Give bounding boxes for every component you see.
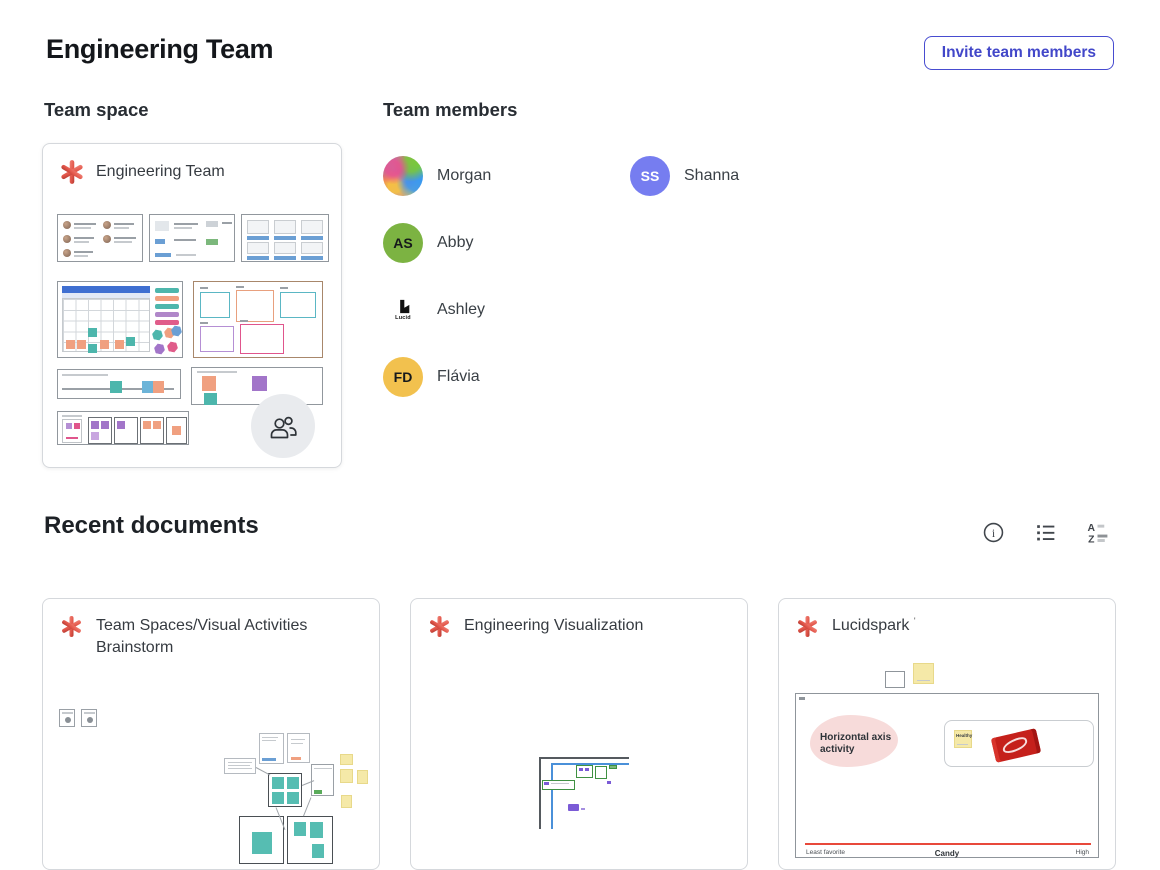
document-title: Lucidspark ' — [832, 615, 916, 637]
document-card-lucidspark[interactable]: Lucidspark ' Horizontal axis activity He… — [778, 598, 1116, 870]
document-card-engineering-visualization[interactable]: Engineering Visualization — [410, 598, 748, 870]
avatar-ashley-lucid-logo: Lucid — [383, 290, 423, 330]
document-card-team-spaces-brainstorm[interactable]: Team Spaces/Visual Activities Brainstorm — [42, 598, 380, 870]
member-name: Morgan — [437, 167, 491, 185]
member-name: Shanna — [684, 167, 739, 185]
thumb-timeline-panel — [57, 369, 181, 399]
candy-image — [991, 728, 1041, 763]
member-ashley[interactable]: Lucid Ashley — [383, 290, 630, 330]
member-name: Abby — [437, 234, 473, 252]
member-flavia[interactable]: FD Flávia — [383, 357, 630, 397]
document-title: Engineering Visualization — [464, 615, 643, 637]
team-page: Engineering Team Invite team members Tea… — [0, 0, 1160, 870]
document-title: Team Spaces/Visual Activities Brainstorm — [96, 615, 351, 660]
member-shanna[interactable]: SS Shanna — [630, 156, 877, 196]
lucidspark-logo-icon — [796, 615, 819, 638]
lucidspark-logo-icon — [428, 615, 451, 638]
collaborators-badge — [251, 394, 315, 458]
document-title-mark: ' — [914, 616, 916, 626]
team-space-card-title: Engineering Team — [96, 163, 225, 181]
lucidspark-board: Horizontal axis activity Healthy Least f… — [795, 693, 1099, 858]
document-card-header: Engineering Visualization — [428, 615, 643, 638]
recent-documents-toolbar: i A Z — [981, 520, 1110, 545]
board-axis-line — [805, 843, 1091, 845]
lucidspark-logo-icon — [60, 615, 83, 638]
invite-team-members-button[interactable]: Invite team members — [924, 36, 1114, 70]
thumb-frames-panel — [193, 281, 323, 358]
team-members-list: Morgan SS Shanna AS Abby Lucid Ashley FD… — [383, 156, 877, 397]
sort-az-icon[interactable]: A Z — [1085, 520, 1110, 545]
document-card-header: Team Spaces/Visual Activities Brainstorm — [60, 615, 351, 660]
list-view-icon[interactable] — [1033, 520, 1058, 545]
info-icon[interactable]: i — [981, 520, 1006, 545]
team-members-heading: Team members — [383, 99, 517, 121]
svg-text:A: A — [1087, 523, 1095, 534]
thumb-people-panel — [57, 214, 143, 262]
thumb-stickies-panel — [191, 367, 323, 405]
thumb-calendar-panel — [57, 281, 183, 358]
thumb-cards-panel — [241, 214, 329, 262]
page-title: Engineering Team — [46, 34, 273, 65]
member-morgan[interactable]: Morgan — [383, 156, 630, 196]
member-name: Flávia — [437, 368, 480, 386]
team-space-heading: Team space — [44, 99, 149, 121]
member-name: Ashley — [437, 301, 485, 319]
svg-text:Z: Z — [1088, 534, 1095, 545]
avatar-morgan — [383, 156, 423, 196]
board-container: Healthy — [944, 720, 1094, 767]
board-activity-label: Horizontal axis activity — [820, 732, 920, 755]
recent-documents-row: Team Spaces/Visual Activities Brainstorm — [42, 598, 1116, 870]
member-abby[interactable]: AS Abby — [383, 223, 630, 263]
axis-center-label: Candy — [796, 849, 1098, 858]
thumb-notes-panel — [149, 214, 235, 262]
avatar-flavia: FD — [383, 357, 423, 397]
people-icon — [267, 412, 299, 441]
lucid-logo-icon — [396, 299, 411, 314]
recent-documents-heading: Recent documents — [44, 512, 259, 540]
team-space-thumbnail — [55, 206, 331, 458]
axis-right-label: High — [1076, 849, 1089, 856]
svg-text:i: i — [992, 526, 996, 540]
document-card-header: Lucidspark ' — [796, 615, 916, 638]
team-space-card-header: Engineering Team — [59, 159, 225, 185]
lucidspark-logo-icon — [59, 159, 85, 185]
team-space-card[interactable]: Engineering Team — [42, 143, 342, 468]
avatar-shanna: SS — [630, 156, 670, 196]
avatar-abby: AS — [383, 223, 423, 263]
thumb-columns-panel — [57, 411, 189, 445]
